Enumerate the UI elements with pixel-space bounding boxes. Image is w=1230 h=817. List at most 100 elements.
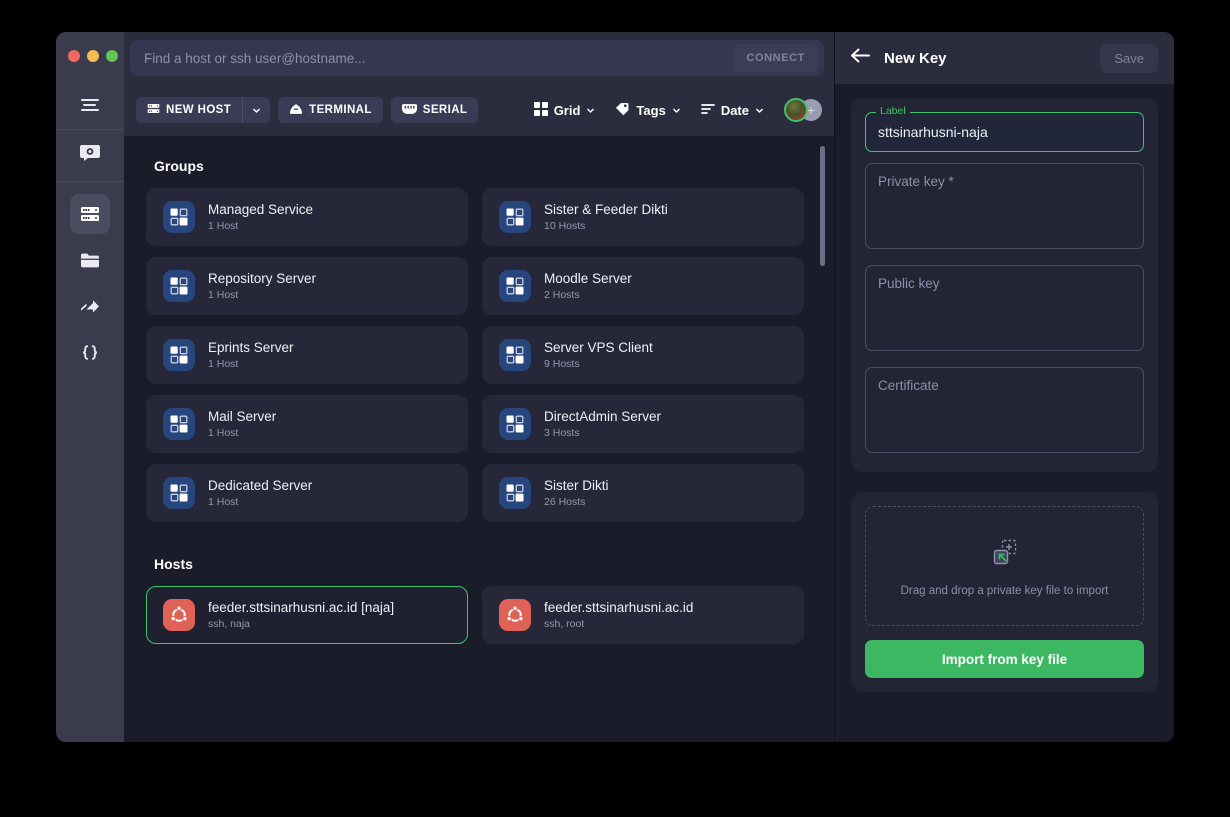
group-name: Sister Dikti (544, 477, 609, 493)
label-input[interactable] (865, 112, 1144, 152)
sidebar-item-port-forwarding[interactable] (70, 286, 110, 326)
group-name: Mail Server (208, 408, 277, 424)
group-name: Dedicated Server (208, 477, 313, 493)
grid-icon (533, 101, 548, 119)
vault-icon (80, 144, 100, 167)
host-meta: ssh, naja (208, 618, 251, 631)
groups-grid: Managed Service 1 Host Sister & Feeder Dik… (146, 188, 804, 522)
minimize-window-button[interactable] (87, 50, 99, 62)
group-card[interactable]: Sister & Feeder Dikti 10 Hosts (482, 188, 804, 246)
group-card[interactable]: Server VPS Client 9 Hosts (482, 326, 804, 384)
certificate-input[interactable] (865, 367, 1144, 453)
group-host-count: 1 Host (208, 496, 239, 509)
group-card[interactable]: Mail Server 1 Host (146, 395, 468, 453)
group-icon (499, 339, 531, 371)
toolbar: NEW HOST TERMINAL SERIAL Grid Tags Date … (124, 84, 834, 136)
serial-button[interactable]: SERIAL (390, 97, 479, 123)
serial-port-icon (401, 103, 417, 118)
host-list-body: Groups Managed Service 1 Host Sister & Fee… (124, 136, 834, 742)
group-host-count: 1 Host (208, 220, 239, 233)
terminal-label: TERMINAL (309, 104, 372, 116)
arrow-left-icon[interactable] (851, 48, 870, 68)
label-field-wrap: Label (865, 105, 1144, 152)
group-card[interactable]: Repository Server 1 Host (146, 257, 468, 315)
sort-button[interactable]: Date (695, 102, 770, 119)
content-column: CONNECT (124, 32, 834, 742)
private-key-input[interactable] (865, 163, 1144, 249)
connect-button[interactable]: CONNECT (733, 44, 818, 72)
key-file-dropzone[interactable]: Drag and drop a private key file to impo… (865, 506, 1144, 626)
group-name: Managed Service (208, 201, 314, 217)
card-text: Managed Service 1 Host (208, 202, 313, 233)
group-name: Repository Server (208, 270, 317, 286)
left-rail (56, 32, 124, 742)
new-host-button[interactable]: NEW HOST (136, 97, 242, 123)
host-name: feeder.sttsinarhusni.ac.id (544, 599, 694, 615)
new-host-dropdown-button[interactable] (242, 97, 270, 123)
main-inner: CONNECT (124, 32, 1174, 742)
search-input[interactable] (144, 50, 734, 66)
sidebar-item-folders[interactable] (70, 240, 110, 280)
code-braces-icon (80, 344, 100, 361)
tags-label: Tags (636, 102, 666, 118)
port-forwarding-icon (80, 298, 100, 315)
ubuntu-icon (499, 599, 531, 631)
group-icon (499, 477, 531, 509)
public-key-input[interactable] (865, 265, 1144, 351)
host-meta: ssh, root (544, 618, 585, 631)
app-window: CONNECT (56, 32, 1174, 742)
panel-header: New Key Save (835, 32, 1174, 84)
menu-button[interactable] (56, 80, 124, 130)
group-card[interactable]: Eprints Server 1 Host (146, 326, 468, 384)
card-text: Dedicated Server 1 Host (208, 478, 312, 509)
terminal-button[interactable]: TERMINAL (278, 97, 383, 123)
import-from-key-file-button[interactable]: Import from key file (865, 640, 1144, 678)
group-card[interactable]: Moodle Server 2 Hosts (482, 257, 804, 315)
group-card[interactable]: Managed Service 1 Host (146, 188, 468, 246)
sidebar-item-snippets[interactable] (70, 332, 110, 372)
scrollbar-thumb[interactable] (820, 146, 825, 266)
sidebar-nav (70, 182, 110, 372)
page-title: New Key (884, 49, 947, 67)
save-button[interactable]: Save (1100, 43, 1158, 73)
server-rack-icon (80, 205, 100, 223)
group-host-count: 26 Hosts (544, 496, 586, 509)
host-card[interactable]: feeder.sttsinarhusni.ac.id [naja] ssh, na… (146, 586, 468, 644)
groups-section-title: Groups (154, 158, 204, 174)
search-box[interactable]: CONNECT (130, 40, 824, 76)
hosts-section-title: Hosts (154, 556, 193, 572)
group-icon (163, 477, 195, 509)
view-mode-button[interactable]: Grid (528, 101, 602, 119)
host-card[interactable]: feeder.sttsinarhusni.ac.id ssh, root (482, 586, 804, 644)
folder-icon (80, 252, 100, 269)
card-text: Sister & Feeder Dikti 10 Hosts (544, 202, 668, 233)
sidebar-item-hosts[interactable] (70, 194, 110, 234)
card-text: DirectAdmin Server 3 Hosts (544, 409, 661, 440)
sort-icon (700, 102, 715, 119)
panel-body: Label sttsinarhusni-naja Private key * P… (835, 84, 1174, 742)
group-card[interactable]: Sister Dikti 26 Hosts (482, 464, 804, 522)
group-host-count: 9 Hosts (544, 358, 580, 371)
tags-button[interactable]: Tags (609, 102, 686, 119)
maximize-window-button[interactable] (106, 50, 118, 62)
avatar[interactable] (784, 98, 808, 122)
card-text: feeder.sttsinarhusni.ac.id [naja] ssh, na… (208, 600, 394, 631)
main-area: CONNECT (124, 32, 1174, 742)
group-card[interactable]: DirectAdmin Server 3 Hosts (482, 395, 804, 453)
group-icon (163, 339, 195, 371)
new-host-label: NEW HOST (166, 104, 232, 116)
group-host-count: 10 Hosts (544, 220, 586, 233)
tag-icon (615, 102, 630, 119)
close-window-button[interactable] (68, 50, 80, 62)
serial-label: SERIAL (422, 104, 468, 116)
sidebar-item-vault[interactable] (56, 130, 124, 182)
group-host-count: 1 Host (208, 358, 239, 371)
dropzone-label: Drag and drop a private key file to impo… (900, 584, 1109, 597)
content-scrollbar[interactable] (820, 146, 825, 732)
group-name: Server VPS Client (544, 339, 653, 355)
group-card[interactable]: Dedicated Server 1 Host (146, 464, 468, 522)
group-name: Moodle Server (544, 270, 632, 286)
new-key-panel: New Key Save Label sttsinarhusni-naja Pr… (834, 32, 1174, 742)
hosts-grid: feeder.sttsinarhusni.ac.id [naja] ssh, na… (146, 586, 804, 644)
